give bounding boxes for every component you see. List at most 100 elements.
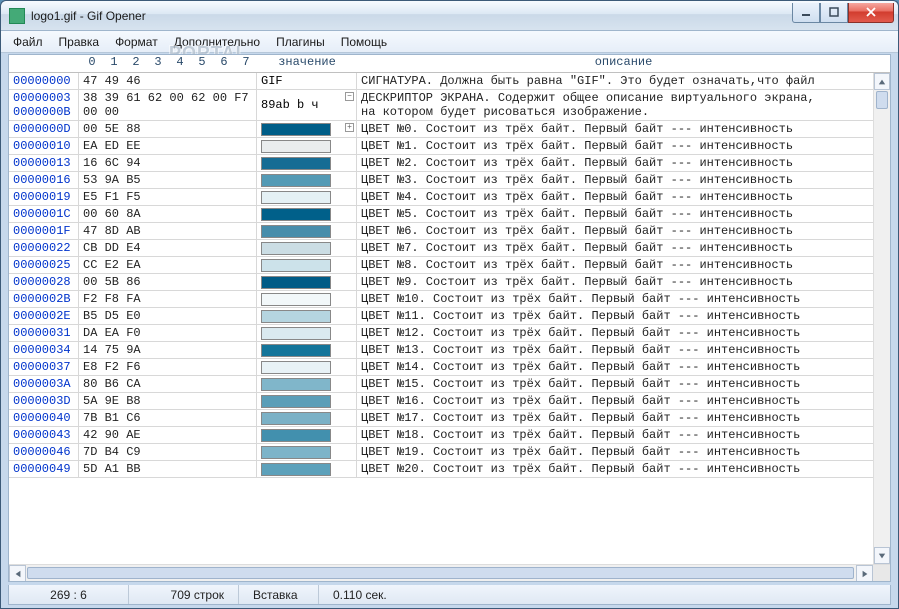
value-cell [257,291,357,307]
offset-cell: 00000031 [9,325,79,341]
offset-cell: 00000043 [9,427,79,443]
col-byte-6[interactable]: 6 [213,55,235,72]
menu-help[interactable]: Помощь [333,35,395,49]
col-byte-0[interactable]: 0 [81,55,103,72]
vscroll-thumb[interactable] [876,91,888,109]
description-cell: ЦВЕТ №12. Состоит из трёх байт. Первый б… [357,325,873,341]
table-row[interactable]: 0000003414 75 9AЦВЕТ №13. Состоит из трё… [9,342,873,359]
table-row[interactable]: 0000002EB5 D5 E0ЦВЕТ №11. Состоит из трё… [9,308,873,325]
hex-cell: 42 90 AE [79,427,257,443]
app-window: logo1.gif - Gif Opener Файл Правка Форма… [0,0,899,609]
collapse-icon[interactable] [345,92,354,101]
color-swatch [261,463,331,476]
color-swatch [261,191,331,204]
table-row[interactable]: 00000022CB DD E4ЦВЕТ №7. Состоит из трёх… [9,240,873,257]
table-row[interactable]: 0000003D5A 9E B8ЦВЕТ №16. Состоит из трё… [9,393,873,410]
value-cell [257,274,357,290]
description-cell: ЦВЕТ №7. Состоит из трёх байт. Первый ба… [357,240,873,256]
col-byte-5[interactable]: 5 [191,55,213,72]
table-row[interactable]: 00000019E5 F1 F5ЦВЕТ №4. Состоит из трёх… [9,189,873,206]
table-row[interactable]: 0000001F47 8D ABЦВЕТ №6. Состоит из трёх… [9,223,873,240]
table-row[interactable]: 00000031DA EA F0 ЦВЕТ №12. Состоит из трё… [9,325,873,342]
offset-cell: 00000046 [9,444,79,460]
minimize-button[interactable] [792,3,820,23]
window-title: logo1.gif - Gif Opener [31,9,792,23]
menubar: Файл Правка Формат Дополнительно Плагины… [1,31,898,53]
offset-cell: 00000028 [9,274,79,290]
value-cell [257,444,357,460]
scroll-left-button[interactable] [9,565,26,582]
maximize-button[interactable] [820,3,848,23]
close-button[interactable] [848,3,894,23]
table-row[interactable]: 0000000D00 5E 88ЦВЕТ №0. Состоит из трёх… [9,121,873,138]
table-row[interactable]: 00000025CC E2 EAЦВЕТ №8. Состоит из трёх… [9,257,873,274]
description-cell: ЦВЕТ №20. Состоит из трёх байт. Первый б… [357,461,873,477]
scroll-right-button[interactable] [856,565,873,582]
hex-cell: 7B B1 C6 [79,410,257,426]
color-swatch [261,395,331,408]
value-cell [257,427,357,443]
table-row[interactable]: 0000003A80 B6 CAЦВЕТ №15. Состоит из трё… [9,376,873,393]
status-lines: 709 строк [129,585,239,604]
menu-edit[interactable]: Правка [51,35,108,49]
scroll-up-button[interactable] [874,73,890,90]
value-cell [257,359,357,375]
offset-cell: 00000037 [9,359,79,375]
offset-cell: 00000019 [9,189,79,205]
hex-cell: CB DD E4 [79,240,257,256]
hex-cell: 38 39 61 62 00 62 00 F7 00 00 [79,90,257,120]
description-cell: ЦВЕТ №11. Состоит из трёх байт. Первый б… [357,308,873,324]
value-cell [257,223,357,239]
table-row[interactable]: 0000001316 6C 94ЦВЕТ №2. Состоит из трёх… [9,155,873,172]
table-row[interactable]: 00000010EA ED EEЦВЕТ №1. Состоит из трёх… [9,138,873,155]
description-cell: ЦВЕТ №10. Состоит из трёх байт. Первый б… [357,291,873,307]
col-description[interactable]: описание [357,55,890,72]
description-cell: ЦВЕТ №9. Состоит из трёх байт. Первый ба… [357,274,873,290]
hex-cell: DA EA F0 [79,325,257,341]
hex-cell: CC E2 EA [79,257,257,273]
table-row[interactable]: 00000003 0000000B38 39 61 62 00 62 00 F7… [9,90,873,121]
col-byte-3[interactable]: 3 [147,55,169,72]
table-row[interactable]: 000000467D B4 C9ЦВЕТ №19. Состоит из трё… [9,444,873,461]
col-byte-1[interactable]: 1 [103,55,125,72]
scroll-down-button[interactable] [874,547,890,564]
col-value[interactable]: значение [257,55,357,72]
table-row[interactable]: 0000001C00 60 8AЦВЕТ №5. Состоит из трёх… [9,206,873,223]
window-buttons [792,3,894,23]
table-row[interactable]: 000000495D A1 BBЦВЕТ №20. Состоит из трё… [9,461,873,478]
expand-icon[interactable] [345,123,354,132]
hex-cell: 14 75 9A [79,342,257,358]
value-cell [257,189,357,205]
menu-extra[interactable]: Дополнительно [166,35,268,49]
value-cell [257,138,357,154]
description-cell: ЦВЕТ №5. Состоит из трёх байт. Первый ба… [357,206,873,222]
col-byte-4[interactable]: 4 [169,55,191,72]
menu-plugins[interactable]: Плагины [268,35,333,49]
table-row[interactable]: 0000004342 90 AEЦВЕТ №18. Состоит из трё… [9,427,873,444]
col-byte-2[interactable]: 2 [125,55,147,72]
color-swatch [261,157,331,170]
hex-rows[interactable]: 0000000047 49 46GIFСИГНАТУРА. Должна быт… [9,73,873,564]
menu-format[interactable]: Формат [107,35,166,49]
table-row[interactable]: 0000001653 9A B5ЦВЕТ №3. Состоит из трёх… [9,172,873,189]
table-row[interactable]: 0000000047 49 46GIFСИГНАТУРА. Должна быт… [9,73,873,90]
description-cell: ЦВЕТ №4. Состоит из трёх байт. Первый ба… [357,189,873,205]
horizontal-scrollbar[interactable] [9,564,890,581]
value-cell: GIF [257,73,357,89]
byte-columns: 0 1 2 3 4 5 6 7 [79,55,257,72]
table-row[interactable]: 0000002BF2 F8 FAЦВЕТ №10. Состоит из трё… [9,291,873,308]
description-cell: ЦВЕТ №15. Состоит из трёх байт. Первый б… [357,376,873,392]
hscroll-thumb[interactable] [27,567,854,579]
menu-file[interactable]: Файл [5,35,51,49]
color-swatch [261,310,331,323]
col-byte-7[interactable]: 7 [235,55,257,72]
table-row[interactable]: 00000037E8 F2 F6ЦВЕТ №14. Состоит из трё… [9,359,873,376]
value-cell [257,325,357,341]
titlebar[interactable]: logo1.gif - Gif Opener [1,1,898,31]
table-row[interactable]: 0000002800 5B 86ЦВЕТ №9. Состоит из трёх… [9,274,873,291]
hex-cell: B5 D5 E0 [79,308,257,324]
hex-cell: EA ED EE [79,138,257,154]
value-cell: 89ab b ч [257,90,357,120]
table-row[interactable]: 000000407B B1 C6ЦВЕТ №17. Состоит из трё… [9,410,873,427]
vertical-scrollbar[interactable] [873,73,890,564]
